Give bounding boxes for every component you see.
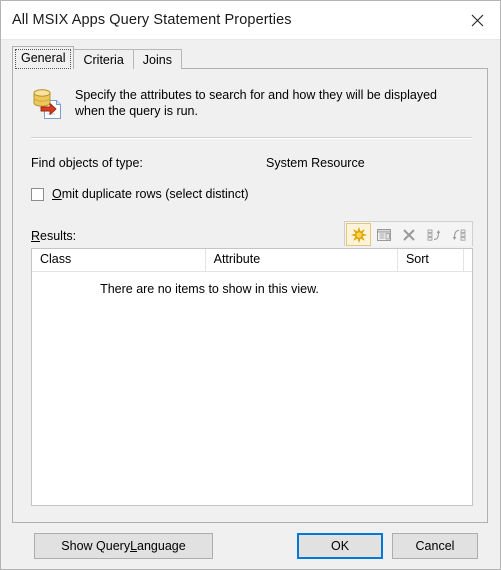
column-header-sort[interactable]: Sort <box>398 249 465 271</box>
show-query-accel-char: L <box>130 539 138 553</box>
delete-button <box>396 223 421 246</box>
empty-state-message: There are no items to show in this view. <box>100 282 319 296</box>
divider <box>31 137 472 139</box>
dialog-footer: Show Query Language OK Cancel <box>1 523 500 569</box>
move-down-icon <box>451 227 467 243</box>
tab-joins[interactable]: Joins <box>132 49 182 69</box>
tab-criteria[interactable]: Criteria <box>73 49 134 69</box>
description-row: Specify the attributes to search for and… <box>26 69 474 120</box>
find-objects-label: Find objects of type: <box>31 156 143 170</box>
tab-strip-container: General Criteria Joins <box>1 40 500 69</box>
new-icon <box>350 226 367 243</box>
move-up-button <box>421 223 446 246</box>
delete-icon <box>401 227 417 243</box>
new-button[interactable] <box>346 223 371 246</box>
title-bar: All MSIX Apps Query Statement Properties <box>1 1 500 40</box>
show-query-prefix: Show Query <box>61 539 131 553</box>
properties-button <box>371 223 396 246</box>
description-text: Specify the attributes to search for and… <box>75 88 438 118</box>
find-objects-row: Find objects of type: System Resource <box>26 156 474 170</box>
tab-general[interactable]: General <box>12 46 75 69</box>
tab-strip: General Criteria Joins <box>12 46 488 69</box>
results-toolbar <box>344 221 473 246</box>
results-accel-char: R <box>31 229 41 243</box>
properties-dialog: All MSIX Apps Query Statement Properties… <box>0 0 501 570</box>
show-query-language-button[interactable]: Show Query Language <box>34 533 213 559</box>
results-listview[interactable]: Class Attribute Sort There are no items … <box>31 248 473 506</box>
cancel-button[interactable]: Cancel <box>392 533 478 559</box>
omit-accel-char: O <box>52 187 62 201</box>
results-header-row: Results: <box>26 221 474 246</box>
results-column-headers: Class Attribute Sort <box>32 249 472 272</box>
omit-label-rest: mit duplicate rows (select distinct) <box>61 187 249 201</box>
omit-duplicate-rows-checkbox[interactable] <box>31 187 44 201</box>
tab-panel-general: Specify the attributes to search for and… <box>12 68 488 523</box>
column-header-attribute[interactable]: Attribute <box>206 249 398 271</box>
column-header-filler <box>464 249 472 271</box>
window-title: All MSIX Apps Query Statement Properties <box>12 12 292 28</box>
properties-icon <box>376 227 392 243</box>
show-query-suffix: anguage <box>137 539 186 553</box>
omit-duplicate-rows-checkbox-row[interactable]: Omit duplicate rows (select distinct) <box>26 187 474 201</box>
move-up-icon <box>426 227 442 243</box>
database-export-icon <box>31 86 65 120</box>
close-icon <box>471 14 484 27</box>
omit-duplicate-rows-label: Omit duplicate rows (select distinct) <box>52 187 249 201</box>
tab-criteria-label: Criteria <box>83 53 124 67</box>
ok-button[interactable]: OK <box>297 533 383 559</box>
results-label-rest: esults: <box>40 229 77 243</box>
results-label: Results: <box>31 229 76 246</box>
tab-joins-label: Joins <box>142 53 172 67</box>
tab-general-label: General <box>21 51 66 65</box>
close-button[interactable] <box>455 2 500 39</box>
move-down-button <box>446 223 471 246</box>
column-header-class[interactable]: Class <box>32 249 206 271</box>
find-objects-value: System Resource <box>266 156 365 170</box>
